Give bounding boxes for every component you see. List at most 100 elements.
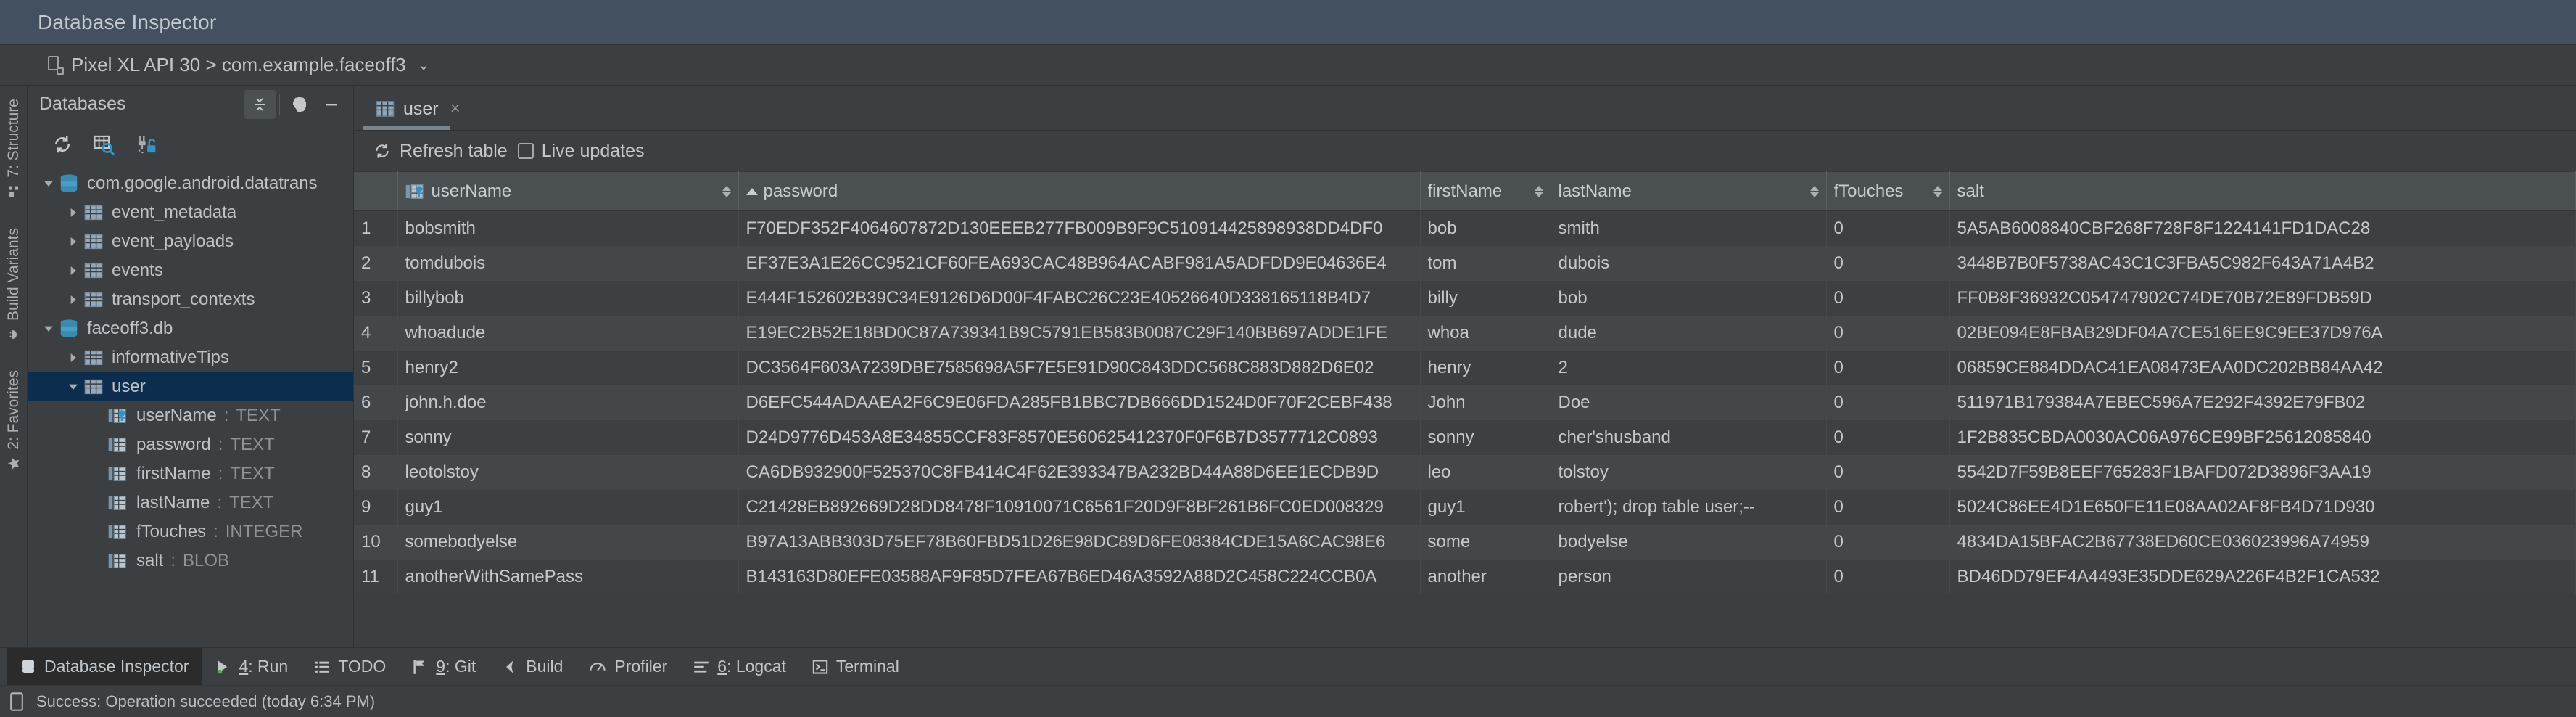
chevron-right-icon[interactable]: [64, 352, 83, 364]
live-updates-checkbox[interactable]: [517, 143, 534, 159]
tree-node-username[interactable]: userName: TEXT: [28, 401, 353, 430]
cell-fTouches[interactable]: 0: [1826, 245, 1950, 281]
tree-node-event-payloads[interactable]: event_payloads: [28, 227, 353, 256]
cell-password[interactable]: E19EC2B52E18BD0C87A739341B9C5791EB583B00…: [738, 315, 1421, 351]
table-row[interactable]: 4 whoadude E19EC2B52E18BD0C87A739341B9C579…: [354, 315, 2576, 351]
bottom-tab-build[interactable]: Build: [489, 648, 576, 685]
table-row[interactable]: 11 anotherWithSamePass B143163D80EFE03588A…: [354, 559, 2576, 594]
hide-panel-button[interactable]: [315, 90, 347, 119]
tree-node-salt[interactable]: salt: BLOB: [28, 546, 353, 575]
close-icon[interactable]: ×: [450, 99, 461, 119]
bottom-tab-todo[interactable]: TODO: [301, 648, 399, 685]
run-query-button[interactable]: [86, 128, 123, 160]
cell-lastName[interactable]: dude: [1551, 315, 1827, 351]
cell-password[interactable]: CA6DB932900F525370C8FB414C4F62E393347BA2…: [738, 454, 1421, 490]
bottom-tab-4-run[interactable]: 4: Run: [202, 648, 301, 685]
device-process-selector[interactable]: Pixel XL API 30 > com.example.faceoff3 ⌄: [38, 49, 440, 81]
cell-password[interactable]: F70EDF352F4064607872D130EEEB277FB009B9F9…: [738, 210, 1421, 246]
column-header-password[interactable]: password: [738, 171, 1421, 211]
cell-userName[interactable]: guy1: [397, 489, 739, 525]
rail-item-structure[interactable]: 7: Structure: [0, 99, 28, 199]
bottom-tab-terminal[interactable]: Terminal: [799, 648, 912, 685]
tree-node-informativetips[interactable]: informativeTips: [28, 343, 353, 372]
cell-salt[interactable]: 5024C86EE4D1E650FE11E08AA02AF8FB4D71D930: [1949, 489, 2576, 525]
cell-rownum[interactable]: 1: [354, 210, 398, 246]
tab-user[interactable]: user ×: [363, 88, 474, 130]
chevron-down-icon[interactable]: [64, 381, 83, 393]
tree-node-ftouches[interactable]: fTouches: INTEGER: [28, 517, 353, 546]
cell-salt[interactable]: 3448B7B0F5738AC43C1C3FBA5C982F643A71A4B2: [1949, 245, 2576, 281]
table-row[interactable]: 5 henry2 DC3564F603A7239DBE7585698A5F7E5E9…: [354, 350, 2576, 385]
tree-node-events[interactable]: events: [28, 256, 353, 285]
cell-lastName[interactable]: person: [1551, 559, 1827, 594]
cell-firstName[interactable]: whoa: [1420, 315, 1551, 351]
column-header-firstName[interactable]: firstName: [1420, 171, 1551, 211]
cell-userName[interactable]: henry2: [397, 350, 739, 385]
cell-lastName[interactable]: tolstoy: [1551, 454, 1827, 490]
cell-salt[interactable]: BD46DD79EF4A4493E35DDE629A226F4B2F1CA532: [1949, 559, 2576, 594]
cell-rownum[interactable]: 5: [354, 350, 398, 385]
bottom-tab-profiler[interactable]: Profiler: [576, 648, 680, 685]
chevron-right-icon[interactable]: [64, 265, 83, 276]
cell-firstName[interactable]: another: [1420, 559, 1551, 594]
cell-fTouches[interactable]: 0: [1826, 385, 1950, 420]
sort-toggle-icon[interactable]: [1933, 185, 1942, 197]
cell-lastName[interactable]: cher'shusband: [1551, 419, 1827, 455]
cell-salt[interactable]: FF0B8F36932C054747902C74DE70B72E89FDB59D: [1949, 280, 2576, 316]
chevron-right-icon[interactable]: [64, 294, 83, 306]
cell-firstName[interactable]: leo: [1420, 454, 1551, 490]
cell-firstName[interactable]: tom: [1420, 245, 1551, 281]
table-row[interactable]: 3 billybob E444F152602B39C34E9126D6D00F4FA…: [354, 280, 2576, 316]
column-header-lastName[interactable]: lastName: [1551, 171, 1827, 211]
sort-toggle-icon[interactable]: [722, 185, 731, 197]
cell-password[interactable]: B97A13ABB303D75EF78B60FBD51D26E98DC89D6F…: [738, 524, 1421, 560]
cell-password[interactable]: C21428EB892669D28DD8478F10910071C6561F20…: [738, 489, 1421, 525]
chevron-right-icon[interactable]: [64, 207, 83, 218]
tree-node-lastname[interactable]: lastName: TEXT: [28, 488, 353, 517]
cell-fTouches[interactable]: 0: [1826, 454, 1950, 490]
tree-node-faceoff3-db[interactable]: faceoff3.db: [28, 314, 353, 343]
rail-item-build-variants[interactable]: Build Variants: [0, 228, 28, 342]
cell-password[interactable]: D24D9776D453A8E34855CCF83F8570E560625412…: [738, 419, 1421, 455]
tree-node-password[interactable]: password: TEXT: [28, 430, 353, 459]
cell-rownum[interactable]: 3: [354, 280, 398, 316]
table-row[interactable]: 8 leotolstoy CA6DB932900F525370C8FB414C4F6…: [354, 454, 2576, 490]
chevron-down-icon[interactable]: [39, 178, 58, 189]
bottom-tab-database-inspector[interactable]: Database Inspector: [7, 648, 202, 685]
cell-userName[interactable]: bobsmith: [397, 210, 739, 246]
cell-password[interactable]: D6EFC544ADAAEA2F6C9E06FDA285FB1BBC7DB666…: [738, 385, 1421, 420]
table-row[interactable]: 2 tomdubois EF37E3A1E26CC9521CF60FEA693CAC…: [354, 245, 2576, 281]
cell-password[interactable]: DC3564F603A7239DBE7585698A5F7E5E91D90C84…: [738, 350, 1421, 385]
cell-rownum[interactable]: 8: [354, 454, 398, 490]
result-table-container[interactable]: userName password firstName lastName fTouche…: [354, 171, 2576, 647]
tree-node-user[interactable]: user: [28, 372, 353, 401]
cell-fTouches[interactable]: 0: [1826, 210, 1950, 246]
cell-firstName[interactable]: John: [1420, 385, 1551, 420]
chevron-right-icon[interactable]: [64, 236, 83, 247]
tree-node-firstname[interactable]: firstName: TEXT: [28, 459, 353, 488]
column-header-salt[interactable]: salt: [1949, 171, 2576, 211]
cell-userName[interactable]: sonny: [397, 419, 739, 455]
cell-salt[interactable]: 5542D7F59B8EEF765283F1BAFD072D3896F3AA19: [1949, 454, 2576, 490]
cell-salt[interactable]: 06859CE884DDAC41EA08473EAA0DC202BB84AA42: [1949, 350, 2576, 385]
cell-salt[interactable]: 511971B179384A7EBEC596A7E292F4392E79FB02: [1949, 385, 2576, 420]
cell-password[interactable]: EF37E3A1E26CC9521CF60FEA693CAC48B964ACAB…: [738, 245, 1421, 281]
cell-userName[interactable]: anotherWithSamePass: [397, 559, 739, 594]
table-row[interactable]: 9 guy1 C21428EB892669D28DD8478F10910071C65…: [354, 489, 2576, 525]
table-row[interactable]: 1 bobsmith F70EDF352F4064607872D130EEEB277…: [354, 210, 2576, 246]
refresh-schema-button[interactable]: [44, 128, 81, 160]
cell-lastName[interactable]: robert'); drop table user;--: [1551, 489, 1827, 525]
cell-fTouches[interactable]: 0: [1826, 315, 1950, 351]
cell-rownum[interactable]: 6: [354, 385, 398, 420]
open-database-button[interactable]: [128, 128, 165, 160]
cell-fTouches[interactable]: 0: [1826, 419, 1950, 455]
cell-salt[interactable]: 5A5AB6008840CBF268F728F8F1224141FD1DAC28: [1949, 210, 2576, 246]
chevron-down-icon[interactable]: [39, 323, 58, 335]
cell-salt[interactable]: 4834DA15BFAC2B67738ED60CE036023996A74959: [1949, 524, 2576, 560]
cell-firstName[interactable]: some: [1420, 524, 1551, 560]
cell-lastName[interactable]: bodyelse: [1551, 524, 1827, 560]
live-updates-toggle[interactable]: Live updates: [517, 141, 644, 162]
table-row[interactable]: 10 somebodyelse B97A13ABB303D75EF78B60FBD5…: [354, 524, 2576, 560]
cell-userName[interactable]: leotolstoy: [397, 454, 739, 490]
cell-fTouches[interactable]: 0: [1826, 489, 1950, 525]
